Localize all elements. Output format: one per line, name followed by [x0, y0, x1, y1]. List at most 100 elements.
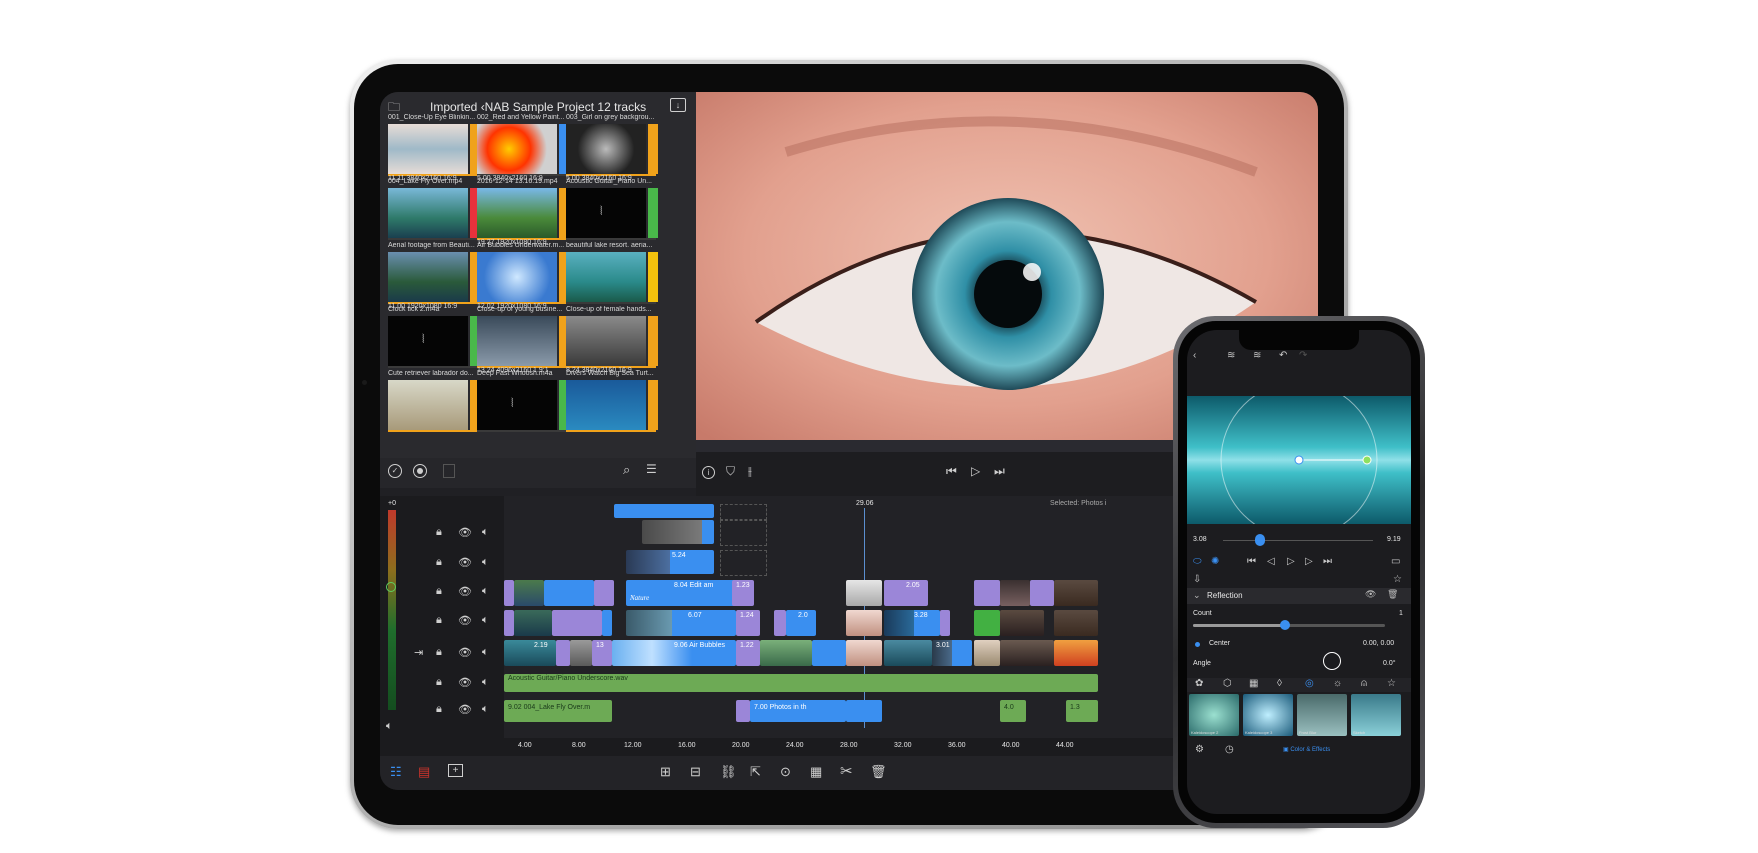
video-clip[interactable] — [1000, 640, 1054, 666]
video-clip[interactable]: 6.07 — [626, 610, 736, 636]
video-clip[interactable] — [544, 580, 594, 606]
video-clip[interactable] — [846, 640, 882, 666]
lock-icon[interactable]: 🔒︎ — [436, 676, 442, 689]
eye-icon[interactable]: 👁︎ — [458, 526, 472, 539]
lock-icon[interactable]: 🔒︎ — [436, 556, 442, 569]
search-icon[interactable]: ⌕ — [623, 462, 630, 478]
lock-icon[interactable]: 🔒︎ — [436, 614, 442, 627]
transition[interactable] — [552, 610, 602, 636]
sort-icon[interactable]: ☰ — [646, 462, 657, 476]
media-thumbnail[interactable] — [388, 252, 468, 302]
media-thumbnail[interactable] — [566, 124, 646, 174]
media-thumbnail[interactable] — [388, 316, 468, 366]
mini-timeline[interactable] — [1223, 540, 1373, 541]
export-icon[interactable]: ⇱ — [750, 764, 761, 780]
audio-clip[interactable]: 1.3 — [1066, 700, 1098, 722]
play-icon[interactable]: ▷ — [1287, 556, 1295, 567]
play-icon[interactable]: ▷ — [971, 464, 980, 478]
video-clip[interactable]: 2.19 — [504, 640, 556, 666]
transition[interactable]: 1.24 — [736, 610, 760, 636]
effect-preview[interactable] — [1187, 381, 1411, 539]
media-thumbnail[interactable] — [477, 252, 557, 302]
color-effects-tab[interactable]: ▣ Color & Effects — [1283, 746, 1330, 753]
video-clip[interactable] — [974, 610, 1000, 636]
eye-icon[interactable]: 👁︎ — [458, 614, 472, 627]
video-clip[interactable] — [760, 640, 812, 666]
fullscreen-icon[interactable]: ▭ — [1391, 556, 1400, 567]
toggle-icon[interactable]: ⬭ — [1193, 556, 1202, 567]
transition[interactable] — [974, 580, 1000, 606]
settings-icon[interactable]: ⚙ — [1195, 744, 1204, 755]
video-clip[interactable] — [1054, 580, 1098, 606]
lock-icon[interactable]: 🔒︎ — [436, 703, 442, 716]
media-thumbnail[interactable] — [477, 316, 557, 366]
video-clip[interactable]: 3.01 — [932, 640, 972, 666]
eye-icon[interactable]: 👁︎ — [458, 676, 472, 689]
transition[interactable] — [736, 700, 750, 722]
eye-icon[interactable]: 👁︎ — [458, 646, 472, 659]
marker-icon[interactable]: ⛉ — [726, 464, 735, 479]
eye-icon[interactable]: 👁︎ — [458, 556, 472, 569]
transition[interactable]: 1.23 — [732, 580, 754, 606]
transition[interactable]: 1.22 — [736, 640, 760, 666]
download-icon[interactable]: ⇩ — [1193, 574, 1201, 585]
transition[interactable] — [774, 610, 786, 636]
tracks-icon[interactable]: ☷ — [390, 764, 402, 780]
transition[interactable] — [556, 640, 570, 666]
color-tag[interactable] — [648, 124, 658, 174]
color-tag[interactable] — [648, 380, 658, 430]
effect-header[interactable]: ⌄ Reflection 👁︎ 🗑︎ — [1187, 588, 1411, 604]
color-tag[interactable] — [648, 188, 658, 238]
transition[interactable] — [504, 610, 514, 636]
media-thumbnail[interactable] — [477, 124, 557, 174]
media-thumbnail[interactable] — [388, 124, 468, 174]
video-clip[interactable]: 9.06 Air Bubbles — [612, 640, 736, 666]
video-clip[interactable] — [846, 700, 882, 722]
star-icon[interactable]: ☆ — [1393, 574, 1402, 585]
cube-icon[interactable]: ⬡ — [1223, 678, 1232, 689]
media-thumbnail[interactable] — [566, 380, 646, 430]
speaker-icon[interactable]: 🔈︎ — [482, 646, 489, 659]
chevron-down-icon[interactable]: ⌄ — [1193, 590, 1201, 601]
checkmark-icon[interactable]: ✓ — [388, 464, 402, 478]
eye-icon[interactable]: 👁︎ — [1365, 589, 1376, 600]
video-clip[interactable] — [1000, 610, 1044, 636]
empty-clip-slot[interactable] — [720, 550, 767, 576]
video-clip[interactable] — [642, 520, 714, 544]
person-icon[interactable]: ⍝ — [1361, 678, 1367, 689]
clipboard-icon[interactable]: ▦ — [810, 764, 822, 780]
video-clip[interactable] — [846, 580, 882, 606]
audio-clip[interactable]: Acoustic Guitar/Piano Underscore.wav — [504, 674, 1098, 692]
redo-icon[interactable]: ↷ — [1299, 350, 1307, 361]
video-clip[interactable] — [1054, 610, 1098, 636]
video-clip[interactable] — [514, 580, 544, 606]
video-clip[interactable]: 2.0 — [786, 610, 816, 636]
add-track-icon[interactable]: + — [448, 764, 463, 777]
step-forward-icon[interactable]: ▷ — [1305, 556, 1313, 567]
lock-icon[interactable]: 🔒︎ — [436, 646, 442, 659]
transition[interactable] — [1030, 580, 1054, 606]
audio-mixer-icon[interactable]: ▤ — [418, 764, 430, 780]
video-clip[interactable] — [884, 640, 932, 666]
video-clip[interactable] — [514, 610, 552, 636]
audio-clip[interactable]: 9.02 004_Lake Fly Over.m — [504, 700, 612, 722]
undo-icon[interactable]: ↶ — [1279, 350, 1287, 361]
eye-icon[interactable]: 👁︎ — [458, 585, 472, 598]
insert-icon[interactable]: ⊟ — [690, 764, 701, 780]
step-back-icon[interactable]: ◁ — [1267, 556, 1275, 567]
wifi-icon[interactable]: ≋ — [1253, 350, 1261, 361]
video-clip[interactable] — [846, 610, 882, 636]
media-thumbnail[interactable] — [477, 188, 557, 238]
color-tag[interactable] — [648, 316, 658, 366]
link-icon[interactable]: ⛓ — [720, 764, 737, 780]
lock-icon[interactable]: 🔒︎ — [436, 585, 442, 598]
transition[interactable]: 13 — [592, 640, 612, 666]
video-clip[interactable]: 5.24 — [626, 550, 714, 574]
media-thumbnail[interactable] — [477, 380, 557, 430]
media-thumbnail[interactable] — [566, 252, 646, 302]
empty-clip-slot[interactable] — [720, 504, 767, 520]
transition[interactable] — [594, 580, 614, 606]
video-clip[interactable] — [974, 640, 1000, 666]
video-clip[interactable]: 7.00 Photos in th — [750, 700, 846, 722]
trash-icon[interactable]: 🗑︎ — [870, 764, 887, 780]
